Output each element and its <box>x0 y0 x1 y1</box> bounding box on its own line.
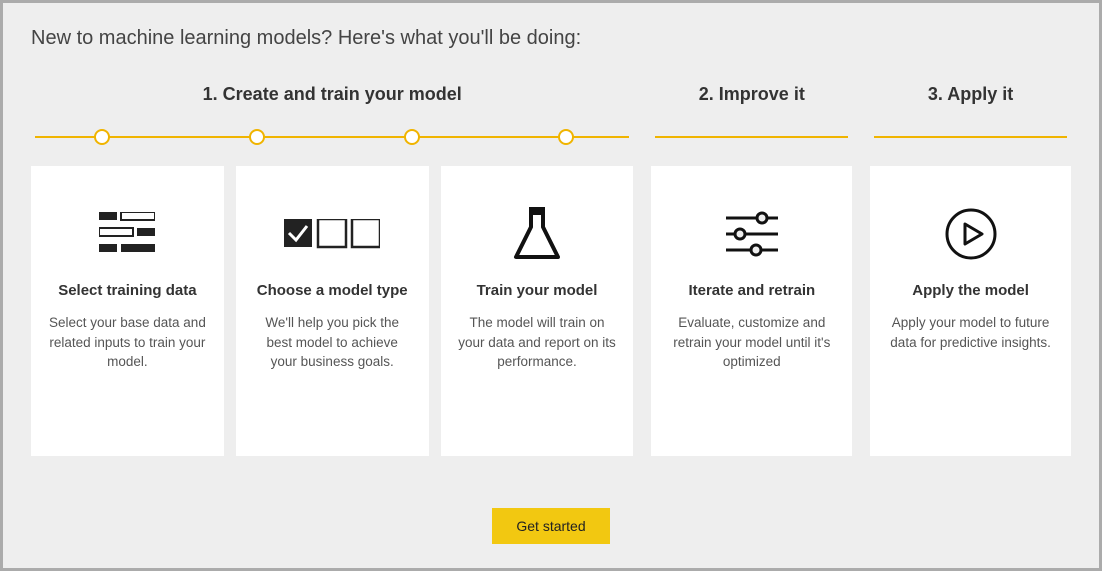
card-iterate-desc: Evaluate, customize and retrain your mod… <box>667 313 836 372</box>
step-dot-4 <box>558 129 574 145</box>
sliders-icon <box>724 196 780 272</box>
stage-improve-label: 2. Improve it <box>651 84 852 136</box>
card-iterate-title: Iterate and retrain <box>688 282 815 299</box>
card-iterate: Iterate and retrain Evaluate, customize … <box>651 166 852 456</box>
stepper-line <box>35 136 629 166</box>
stages-row: 1. Create and train your model <box>31 84 1071 456</box>
card-apply: Apply the model Apply your model to futu… <box>870 166 1071 456</box>
card-select-data-title: Select training data <box>58 282 196 299</box>
card-apply-desc: Apply your model to future data for pred… <box>886 313 1055 352</box>
stage-create-label: 1. Create and train your model <box>31 84 633 136</box>
data-rows-icon <box>99 196 155 272</box>
page-heading: New to machine learning models? Here's w… <box>31 27 1071 50</box>
stage-create: 1. Create and train your model <box>31 84 633 456</box>
step-dot-3 <box>404 129 420 145</box>
play-circle-icon <box>944 196 998 272</box>
card-choose-model-title: Choose a model type <box>257 282 408 299</box>
stage-improve-underline <box>655 136 848 166</box>
step-dot-2 <box>249 129 265 145</box>
stage-improve: 2. Improve it Iterate and ret <box>651 84 852 456</box>
stage-apply: 3. Apply it Apply the model Apply your m… <box>870 84 1071 456</box>
card-train: Train your model The model will train on… <box>441 166 634 456</box>
card-apply-title: Apply the model <box>912 282 1029 299</box>
get-started-button[interactable]: Get started <box>492 508 609 544</box>
stage-apply-label: 3. Apply it <box>870 84 1071 136</box>
card-train-title: Train your model <box>477 282 598 299</box>
card-select-data: Select training data Select your base da… <box>31 166 224 456</box>
checkboxes-icon <box>284 196 380 272</box>
card-choose-model: Choose a model type We'll help you pick … <box>236 166 429 456</box>
stage-apply-underline <box>874 136 1067 166</box>
flask-icon <box>512 196 562 272</box>
card-choose-model-desc: We'll help you pick the best model to ac… <box>252 313 413 372</box>
card-select-data-desc: Select your base data and related inputs… <box>47 313 208 372</box>
card-train-desc: The model will train on your data and re… <box>457 313 618 372</box>
step-dot-1 <box>94 129 110 145</box>
